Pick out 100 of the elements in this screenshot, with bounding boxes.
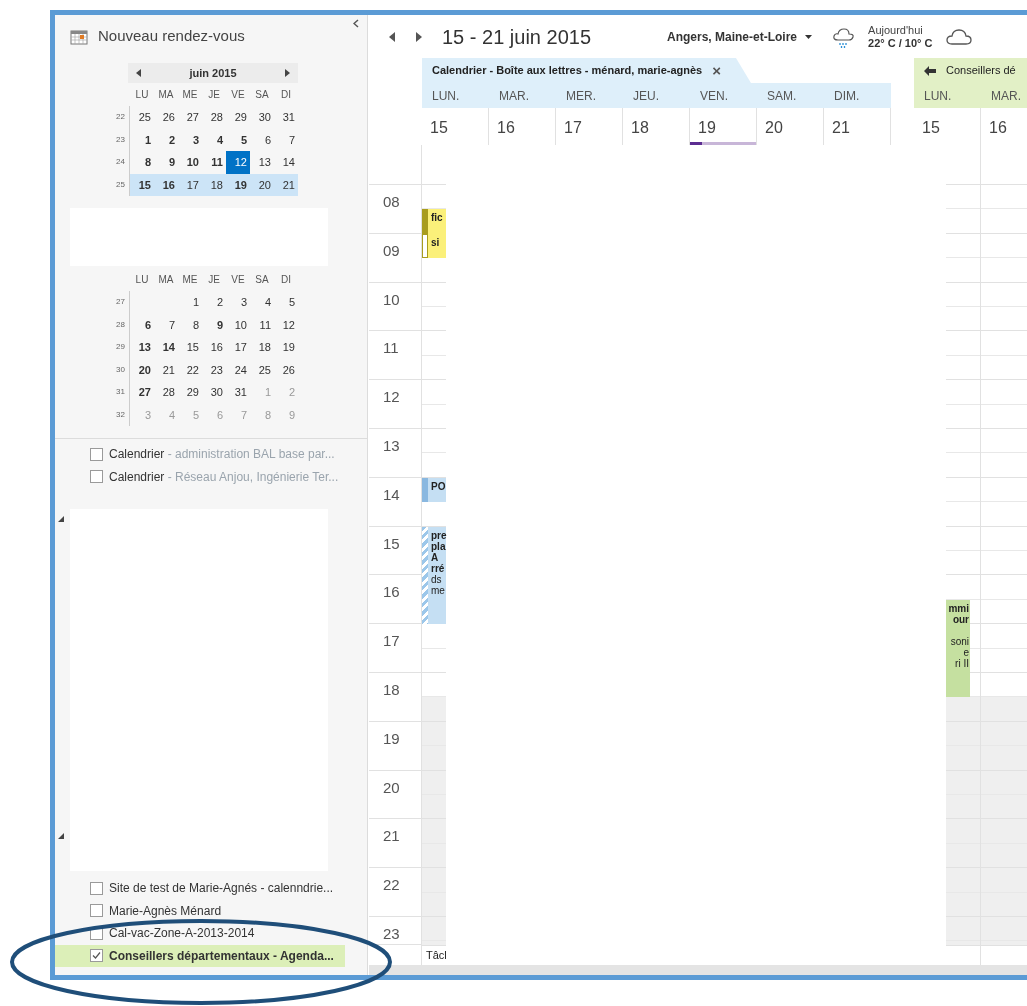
day-cell[interactable]: 29	[178, 381, 202, 404]
day-cell[interactable]: 21	[274, 173, 298, 196]
day-cell[interactable]: 15	[178, 336, 202, 359]
day-cell[interactable]: 9	[154, 151, 178, 174]
weekday-label: LU	[134, 88, 150, 102]
day-cell[interactable]: 25	[130, 106, 154, 129]
next-month-icon[interactable]	[285, 69, 290, 77]
day-cell[interactable]: 18	[250, 336, 274, 359]
day-cell[interactable]: 18	[202, 173, 226, 196]
day-cell[interactable]: 19	[274, 336, 298, 359]
day-cell[interactable]: 16	[154, 173, 178, 196]
date-cell[interactable]: 15	[914, 108, 980, 145]
day-cell[interactable]: 20	[250, 173, 274, 196]
day-cell[interactable]: 4	[250, 291, 274, 314]
calendar-event[interactable]: mmi our soni e ri II	[946, 599, 970, 698]
day-cell[interactable]: 30	[202, 381, 226, 404]
day-cell[interactable]: 5	[226, 128, 250, 151]
calendar-event[interactable]: si	[422, 233, 446, 259]
day-cell[interactable]: 20	[130, 358, 154, 381]
calendar-list-item[interactable]: Calendrier - administration BAL base par...	[55, 443, 345, 466]
day-cell[interactable]: 26	[274, 358, 298, 381]
collapse-icon[interactable]	[353, 19, 359, 28]
date-cell[interactable]: 18	[623, 108, 689, 145]
date-cell[interactable]: 16	[981, 108, 1027, 145]
day-cell[interactable]: 14	[274, 151, 298, 174]
day-cell[interactable]: 25	[250, 358, 274, 381]
close-button[interactable]: ×	[712, 63, 721, 78]
day-cell[interactable]: 21	[154, 358, 178, 381]
calendar-list-item[interactable]: Conseillers départementaux - Agenda...	[55, 944, 345, 967]
day-cell[interactable]: 1	[130, 128, 154, 151]
day-cell[interactable]: 27	[130, 381, 154, 404]
day-cell[interactable]: 28	[154, 381, 178, 404]
day-cell[interactable]: 1	[178, 291, 202, 314]
day-cell[interactable]: 6	[130, 313, 154, 336]
checkbox[interactable]	[90, 470, 103, 484]
calendar-icon[interactable]	[70, 27, 88, 45]
day-cell[interactable]: 24	[226, 358, 250, 381]
expand-triangle-icon[interactable]	[58, 516, 64, 522]
day-cell[interactable]: 27	[178, 106, 202, 129]
date-cell[interactable]: 16	[489, 108, 555, 145]
day-cell[interactable]: 16	[202, 336, 226, 359]
calendar-tab[interactable]: Conseillers dé	[914, 58, 1027, 83]
day-cell[interactable]: 12	[274, 313, 298, 336]
day-cell[interactable]: 4	[202, 128, 226, 151]
day-cell[interactable]: 31	[226, 381, 250, 404]
day-cell[interactable]: 3	[178, 128, 202, 151]
calendar-event[interactable]: PO	[422, 477, 446, 503]
checkbox[interactable]	[90, 904, 103, 918]
day-cell[interactable]: 26	[154, 106, 178, 129]
day-cell[interactable]: 11	[250, 313, 274, 336]
day-cell[interactable]: 5	[274, 291, 298, 314]
day-cell[interactable]: 7	[274, 128, 298, 151]
day-cell[interactable]: 2	[154, 128, 178, 151]
day-cell[interactable]: 3	[226, 291, 250, 314]
date-cell[interactable]: 21	[824, 108, 890, 145]
day-cell[interactable]: 10	[178, 151, 202, 174]
day-cell[interactable]: 30	[250, 106, 274, 129]
day-cell[interactable]: 8	[178, 313, 202, 336]
calendar-list-item[interactable]: Calendrier - Réseau Anjou, Ingénierie Ter...	[55, 465, 345, 488]
date-cell[interactable]: 15	[422, 108, 488, 145]
day-cell[interactable]: 9	[202, 313, 226, 336]
expand-triangle-icon[interactable]	[58, 833, 64, 839]
location-dropdown[interactable]: Angers, Maine-et-Loire	[667, 27, 813, 46]
day-cell[interactable]: 29	[226, 106, 250, 129]
checkbox[interactable]	[90, 949, 103, 963]
day-cell[interactable]: 14	[154, 336, 178, 359]
day-cell[interactable]: 19	[226, 173, 250, 196]
checkbox[interactable]	[90, 447, 103, 461]
day-cell[interactable]: 28	[202, 106, 226, 129]
day-cell[interactable]: 10	[226, 313, 250, 336]
calendar-event[interactable]: fic	[422, 209, 446, 234]
day-cell[interactable]: 2	[202, 291, 226, 314]
day-cell[interactable]: 13	[130, 336, 154, 359]
checkbox[interactable]	[90, 881, 103, 895]
date-cell[interactable]: 17	[556, 108, 622, 145]
day-cell[interactable]: 23	[202, 358, 226, 381]
day-cell[interactable]: 11	[202, 151, 226, 174]
weekday-label: JE	[207, 273, 221, 287]
calendar-list-item[interactable]: Site de test de Marie-Agnés - calenndrie...	[55, 877, 345, 900]
hour-label: 14	[383, 485, 400, 503]
day-cell[interactable]: 12	[226, 151, 250, 174]
day-cell[interactable]: 31	[274, 106, 298, 129]
next-week-icon[interactable]	[416, 31, 422, 42]
day-cell[interactable]: 7	[154, 313, 178, 336]
day-cell[interactable]: 15	[130, 173, 154, 196]
day-cell[interactable]: 6	[250, 128, 274, 151]
date-cell[interactable]: 20	[757, 108, 823, 145]
day-cell[interactable]: 17	[226, 336, 250, 359]
day-cell[interactable]: 13	[250, 151, 274, 174]
day-cell[interactable]: 22	[178, 358, 202, 381]
calendar-list-item[interactable]: Marie-Agnès Ménard	[55, 899, 345, 922]
new-appointment-button[interactable]: Nouveau rendez-vous	[98, 24, 245, 48]
arrow-left-icon[interactable]	[924, 65, 936, 76]
calendar-tab[interactable]: Calendrier - Boîte aux lettres - ménard, marie-agnès ×	[422, 58, 751, 83]
day-cell[interactable]: 8	[130, 151, 154, 174]
previous-month-icon[interactable]	[136, 69, 141, 77]
previous-week-icon[interactable]	[389, 31, 395, 42]
calendar-event[interactable]: pre pla A rré ds me	[422, 526, 446, 625]
calendar-list-item[interactable]: Cal-vac-Zone-A-2013-2014	[55, 922, 345, 945]
day-cell[interactable]: 17	[178, 173, 202, 196]
